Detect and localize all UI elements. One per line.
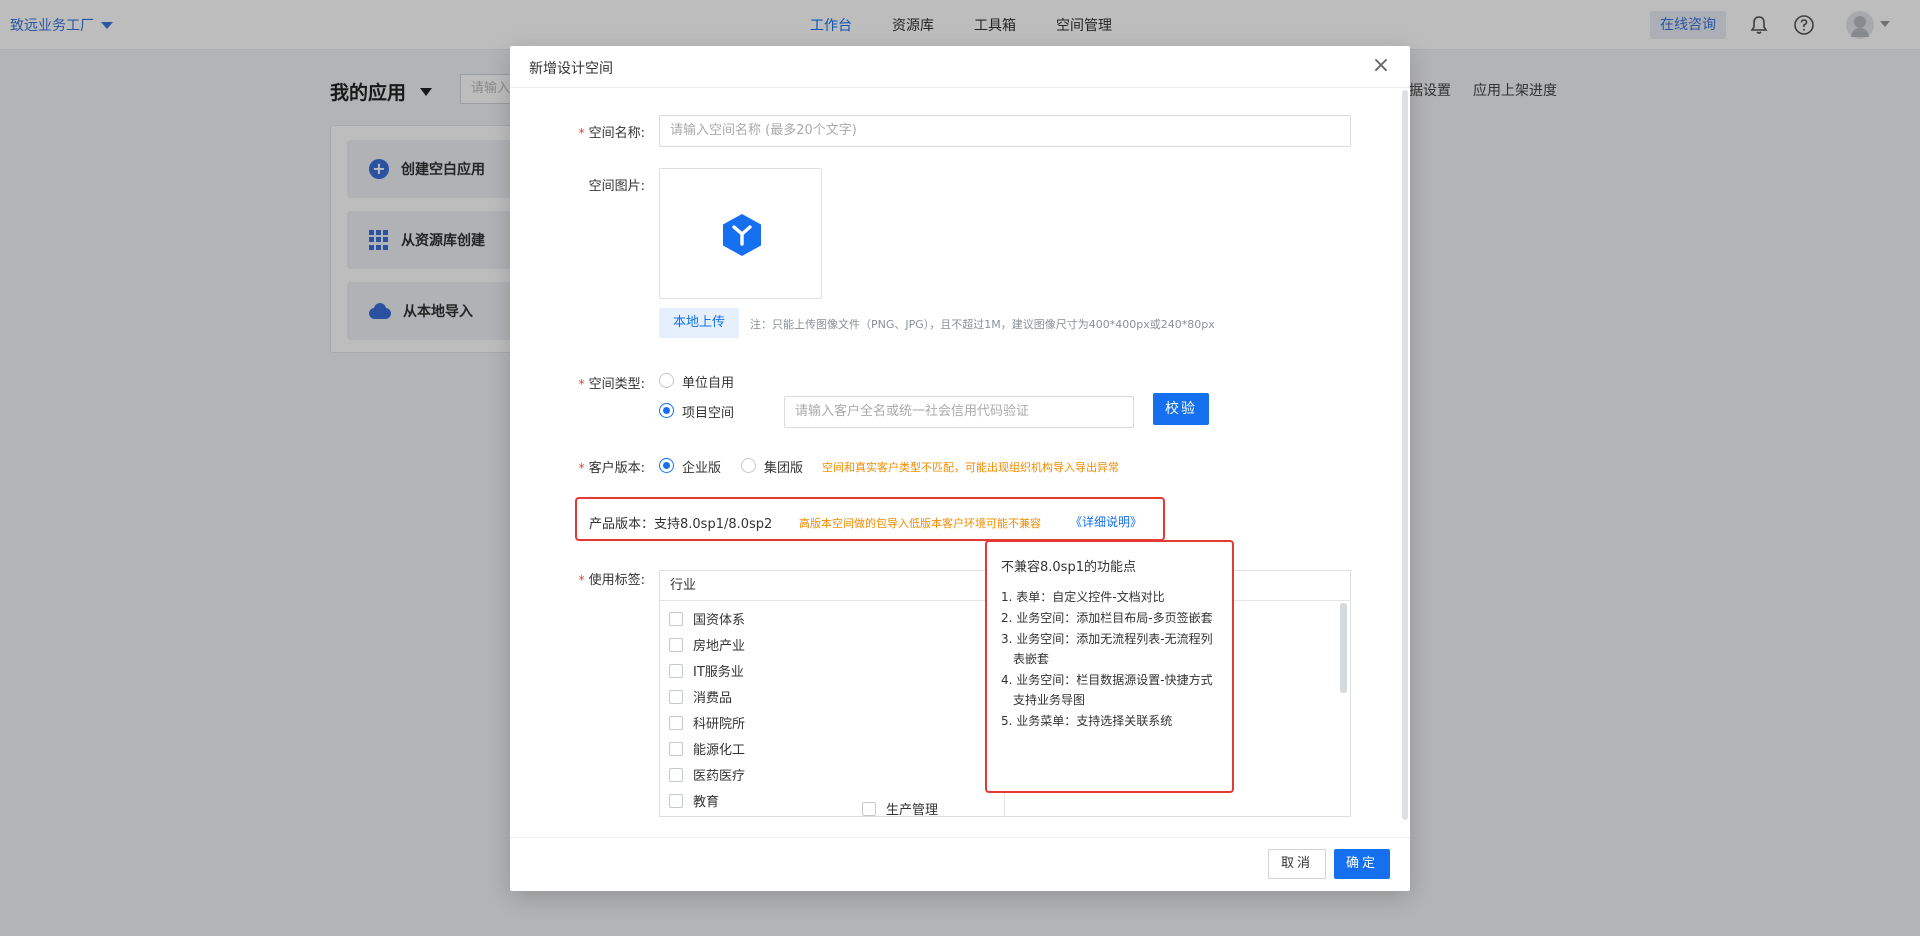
checkbox[interactable] [669,611,683,626]
tooltip-item: 3. 业务空间：添加无流程列表-无流程列表嵌套 [1001,632,1213,666]
radio-label-project-space[interactable]: 项目空间 [682,402,734,421]
product-version-warning: 高版本空间做的包导入低版本客户环境可能不兼容 [799,517,1041,530]
tag-list-scrollbar[interactable] [1340,603,1347,693]
space-name-input[interactable]: 请输入空间名称 (最多20个文字) [659,115,1351,147]
tag-option[interactable]: 教育 [669,791,719,810]
checkbox[interactable] [669,793,683,808]
checkbox[interactable] [669,689,683,704]
tag-option[interactable]: 国资体系 [669,609,745,628]
new-design-space-dialog: 新增设计空间 × * 空间名称: 请输入空间名称 (最多20个文字) 空间图片: … [510,46,1410,891]
tags-label: * 使用标签: [578,573,645,588]
dialog-header: 新增设计空间 × [510,46,1410,88]
tag-option[interactable]: 科研院所 [669,713,745,732]
cancel-button[interactable]: 取消 [1268,849,1326,879]
tag-option-right[interactable]: 生产管理 [862,799,938,818]
checkbox[interactable] [669,715,683,730]
checkbox[interactable] [669,767,683,782]
incompatible-features-tooltip: 不兼容8.0sp1的功能点 1. 表单：自定义控件-文档对比 2. 业务空间：添… [985,540,1234,793]
checkbox[interactable] [669,637,683,652]
radio-enterprise-edition[interactable] [659,458,674,473]
tooltip-item: 1. 表单：自定义控件-文档对比 [1001,590,1165,604]
tooltip-item: 2. 业务空间：添加栏目布局-多页签嵌套 [1001,611,1213,625]
checkbox[interactable] [669,741,683,756]
space-image-label: 空间图片: [588,179,645,194]
image-upload-area[interactable] [659,168,822,299]
close-icon[interactable]: × [1370,55,1392,77]
upload-note: 注：只能上传图像文件（PNG、JPG），且不超过1M，建议图像尺寸为400*40… [750,318,1215,331]
tooltip-title: 不兼容8.0sp1的功能点 [1001,560,1136,575]
space-logo-icon [723,214,761,256]
tag-option[interactable]: 医药医疗 [669,765,745,784]
details-link[interactable]: 《详细说明》 [1070,513,1142,530]
dialog-scrollbar[interactable] [1402,90,1408,820]
radio-label-enterprise-edition[interactable]: 企业版 [682,457,721,476]
radio-label-group-edition[interactable]: 集团版 [764,457,803,476]
radio-project-space[interactable] [659,403,674,418]
tag-option[interactable]: 房地产业 [669,635,745,654]
radio-unit-self-use[interactable] [659,373,674,388]
product-version-text: 产品版本：支持8.0sp1/8.0sp2 [589,517,773,532]
verify-button[interactable]: 校验 [1153,393,1209,425]
radio-label-unit-self-use[interactable]: 单位自用 [682,372,734,391]
dialog-title: 新增设计空间 [529,61,613,77]
local-upload-button[interactable]: 本地上传 [659,308,739,338]
tag-option[interactable]: 消费品 [669,687,732,706]
radio-group-edition[interactable] [741,458,756,473]
tag-option[interactable]: 能源化工 [669,739,745,758]
customer-verify-input[interactable]: 请输入客户全名或统一社会信用代码验证 [784,396,1134,428]
tooltip-item: 4. 业务空间：栏目数据源设置-快捷方式支持业务导图 [1001,673,1213,707]
space-type-label: * 空间类型: [578,377,645,392]
confirm-button[interactable]: 确定 [1334,849,1390,879]
customer-edition-label: * 客户版本: [578,461,645,476]
tooltip-item: 5. 业务菜单：支持选择关联系统 [1001,714,1173,728]
checkbox[interactable] [669,663,683,678]
space-name-label: * 空间名称: [578,126,645,141]
tag-option[interactable]: IT服务业 [669,661,744,680]
dialog-footer: 取消 确定 [510,837,1410,891]
checkbox[interactable] [862,801,876,816]
edition-warning: 空间和真实客户类型不匹配，可能出现组织机构导入导出异常 [822,461,1119,474]
